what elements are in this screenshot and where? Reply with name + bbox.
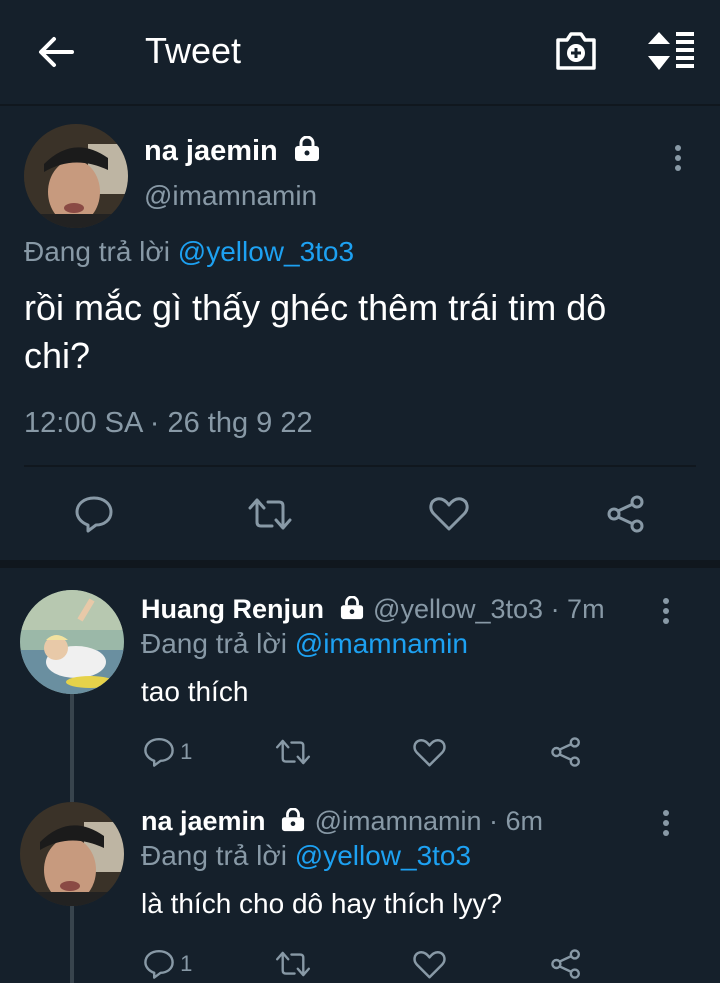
reply-icon [144,950,174,979]
lock-icon [281,807,305,832]
sort-icon[interactable] [646,30,696,72]
reply-text: là thích cho dô hay thích lyy? [141,888,503,919]
reply-icon [144,738,174,767]
thread-line [70,906,74,983]
reply-author-name[interactable]: na jaemin @imamnamin · 6m [141,806,543,837]
reply-button[interactable]: 1 [143,948,192,980]
reply-context: Đang trả lời @yellow_3to3 [24,236,355,267]
back-arrow-icon[interactable] [36,32,76,72]
like-icon[interactable] [429,495,469,531]
thread-line [70,694,74,802]
divider [24,465,696,467]
reply-to-link[interactable]: @yellow_3to3 [178,236,354,267]
camera-add-icon[interactable] [554,30,598,72]
share-icon[interactable] [550,736,582,768]
reply-to-link[interactable]: @yellow_3to3 [295,840,471,871]
retweet-icon[interactable] [274,948,312,980]
reply-context: Đang trả lời @imamnamin [141,628,468,659]
lock-icon [340,595,363,620]
author-name[interactable]: na jaemin [144,135,322,168]
tweet-text-line-1: rồi mắc gì thấy ghéc thêm trái tim dô [24,287,607,328]
page-title: Tweet [145,30,242,71]
avatar[interactable] [20,590,124,694]
reply-icon[interactable] [74,494,114,534]
reply-text: tao thích [141,676,249,707]
tweet-text-line-2: chi? [24,335,91,376]
section-divider [0,560,720,568]
reply-author-name[interactable]: Huang Renjun @yellow_3to3 · 7m [141,594,605,625]
retweet-icon[interactable] [246,494,294,534]
share-icon[interactable] [606,494,646,534]
more-vertical-icon[interactable] [674,144,682,172]
like-icon[interactable] [413,949,446,979]
avatar[interactable] [20,802,124,906]
reply-count: 1 [180,951,193,976]
avatar[interactable] [24,124,128,228]
lock-icon [294,135,319,161]
like-icon[interactable] [413,737,446,767]
more-vertical-icon[interactable] [662,809,670,837]
more-vertical-icon[interactable] [662,597,670,625]
reply-context: Đang trả lời @yellow_3to3 [141,840,472,871]
retweet-icon[interactable] [274,736,312,768]
author-handle[interactable]: @imamnamin [144,180,317,212]
reply-to-link[interactable]: @imamnamin [295,628,468,659]
share-icon[interactable] [550,948,582,980]
top-bar: Tweet [0,0,720,106]
reply-count: 1 [180,739,193,764]
tweet-timestamp: 12:00 SA · 26 thg 9 22 [24,407,313,439]
reply-button[interactable]: 1 [143,736,192,768]
